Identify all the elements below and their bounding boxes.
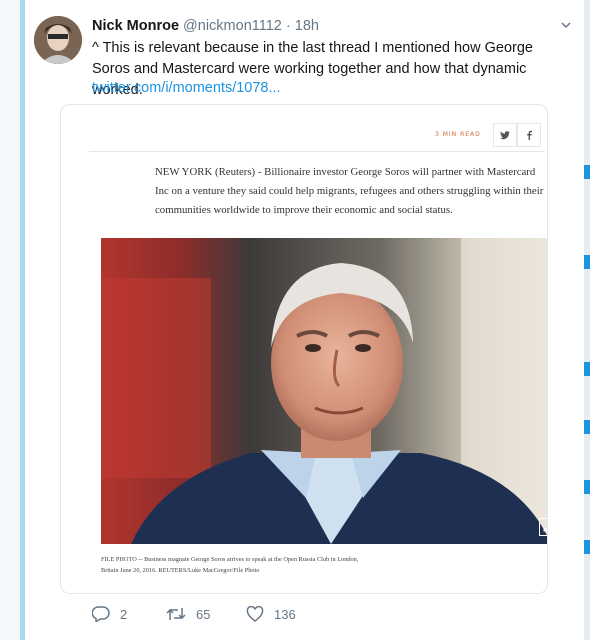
reply-icon [92, 606, 110, 622]
read-time: 3 MIN READ [435, 131, 481, 138]
divider [89, 151, 545, 152]
heart-icon [246, 606, 264, 622]
right-rail-mark [584, 165, 590, 179]
retweet-button[interactable]: 65 [166, 606, 210, 622]
time-separator: · [285, 18, 291, 34]
facebook-share-icon[interactable] [517, 123, 541, 147]
right-rail-mark [584, 362, 590, 376]
retweet-count: 65 [196, 606, 211, 622]
caption-line: Britain June 20, 2016. REUTERS/Luke MacG… [101, 567, 260, 574]
moment-link[interactable]: twitter.com/i/moments/1078... [92, 80, 281, 96]
right-rail [584, 0, 590, 640]
reply-count: 2 [120, 606, 128, 622]
right-rail-mark [584, 420, 590, 434]
caption-line: FILE PHOTO -- Business magnate George So… [101, 556, 359, 563]
right-rail-mark [584, 255, 590, 269]
right-rail-mark [584, 540, 590, 554]
like-button[interactable]: 136 [246, 606, 296, 622]
right-rail-mark [584, 480, 590, 494]
left-rail [0, 0, 25, 640]
chevron-down-icon[interactable] [560, 18, 572, 34]
author-name[interactable]: Nick Monroe [92, 18, 179, 34]
twitter-share-icon[interactable] [493, 123, 517, 147]
article-text: NEW YORK (Reuters) - Billionaire investo… [155, 166, 544, 216]
photo-caption: FILE PHOTO -- Business magnate George So… [101, 554, 521, 576]
tweet-header: Nick Monroe @nickmon1112 · 18h [92, 18, 578, 36]
tweet-time[interactable]: 18h [295, 18, 319, 34]
tweet[interactable]: Nick Monroe @nickmon1112 · 18h ^ This is… [26, 0, 578, 640]
reply-button[interactable]: 2 [92, 606, 127, 622]
article-photo[interactable] [101, 238, 547, 544]
like-count: 136 [274, 606, 296, 622]
thread-line [20, 0, 25, 640]
avatar[interactable] [34, 16, 82, 64]
expand-icon[interactable] [539, 518, 547, 536]
retweet-icon [166, 608, 186, 620]
article-card[interactable]: 3 MIN READ NEW YORK (Reuters) - Billiona… [60, 104, 548, 594]
author-handle[interactable]: @nickmon1112 [183, 18, 282, 34]
